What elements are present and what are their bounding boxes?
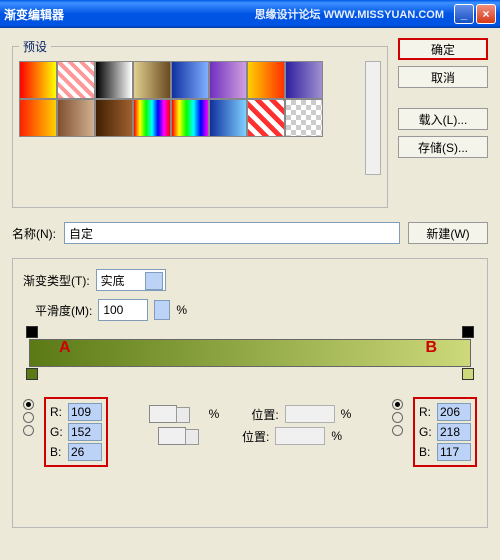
rgb-box-a: R: G: B: [44,397,108,467]
name-label: 名称(N): [12,225,56,242]
preset-legend: 预设 [19,38,51,55]
opacity-stop-left[interactable] [26,326,38,338]
preset-swatch-0[interactable] [19,61,57,99]
window-titlebar: 渐变编辑器 思缘设计论坛 WWW.MISSYUAN.COM _ × [0,0,500,28]
g-b-input[interactable] [437,423,471,441]
smoothness-unit: % [176,303,187,317]
color-pos-input[interactable] [275,427,325,445]
radio-r-a[interactable] [23,399,34,410]
preset-grid [19,61,323,175]
opacity-stop-right[interactable] [462,326,474,338]
preset-swatch-8[interactable] [19,99,57,137]
b-b-input[interactable] [437,443,471,461]
opacity-pos-input[interactable] [285,405,335,423]
color-stop-left[interactable] [26,368,38,380]
r-a-input[interactable] [68,403,102,421]
preset-swatch-2[interactable] [95,61,133,99]
new-button[interactable]: 新建(W) [408,222,488,244]
annotation-a: A [59,339,71,357]
opacity-chip[interactable] [149,405,177,423]
preset-swatch-6[interactable] [247,61,285,99]
smoothness-arrow-icon[interactable] [154,300,170,320]
b-a-input[interactable] [68,443,102,461]
preset-scrollbar[interactable] [365,61,381,175]
preset-swatch-15[interactable] [285,99,323,137]
name-input[interactable] [64,222,400,244]
preset-swatch-10[interactable] [95,99,133,137]
preset-swatch-1[interactable] [57,61,95,99]
radio-b-b[interactable] [392,425,403,436]
ok-button[interactable]: 确定 [398,38,488,60]
watermark-text: 思缘设计论坛 WWW.MISSYUAN.COM [255,6,444,22]
annotation-b: B [425,339,437,357]
preset-swatch-3[interactable] [133,61,171,99]
preset-swatch-7[interactable] [285,61,323,99]
cancel-button[interactable]: 取消 [398,66,488,88]
radio-g-a[interactable] [23,412,34,423]
color-chip[interactable] [158,427,186,445]
preset-swatch-4[interactable] [171,61,209,99]
smoothness-label: 平滑度(M): [35,302,92,319]
save-button[interactable]: 存储(S)... [398,136,488,158]
rgb-box-b: R: G: B: [413,397,477,467]
close-button[interactable]: × [476,4,496,24]
preset-group: 预设 [12,38,388,208]
color-stop-right[interactable] [462,368,474,380]
radio-r-b[interactable] [392,399,403,410]
gradient-type-select[interactable]: 实底 [96,269,166,291]
preset-swatch-5[interactable] [209,61,247,99]
g-a-input[interactable] [68,423,102,441]
preset-swatch-12[interactable] [171,99,209,137]
radio-g-b[interactable] [392,412,403,423]
smoothness-input[interactable]: 100 [98,299,148,321]
radio-b-a[interactable] [23,425,34,436]
preset-swatch-14[interactable] [247,99,285,137]
load-button[interactable]: 载入(L)... [398,108,488,130]
minimize-button[interactable]: _ [454,4,474,24]
window-title: 渐变编辑器 [4,6,64,23]
preset-swatch-9[interactable] [57,99,95,137]
r-b-input[interactable] [437,403,471,421]
gradient-bar[interactable] [29,339,471,367]
preset-swatch-11[interactable] [133,99,171,137]
preset-swatch-13[interactable] [209,99,247,137]
gradient-type-label: 渐变类型(T): [23,272,90,289]
